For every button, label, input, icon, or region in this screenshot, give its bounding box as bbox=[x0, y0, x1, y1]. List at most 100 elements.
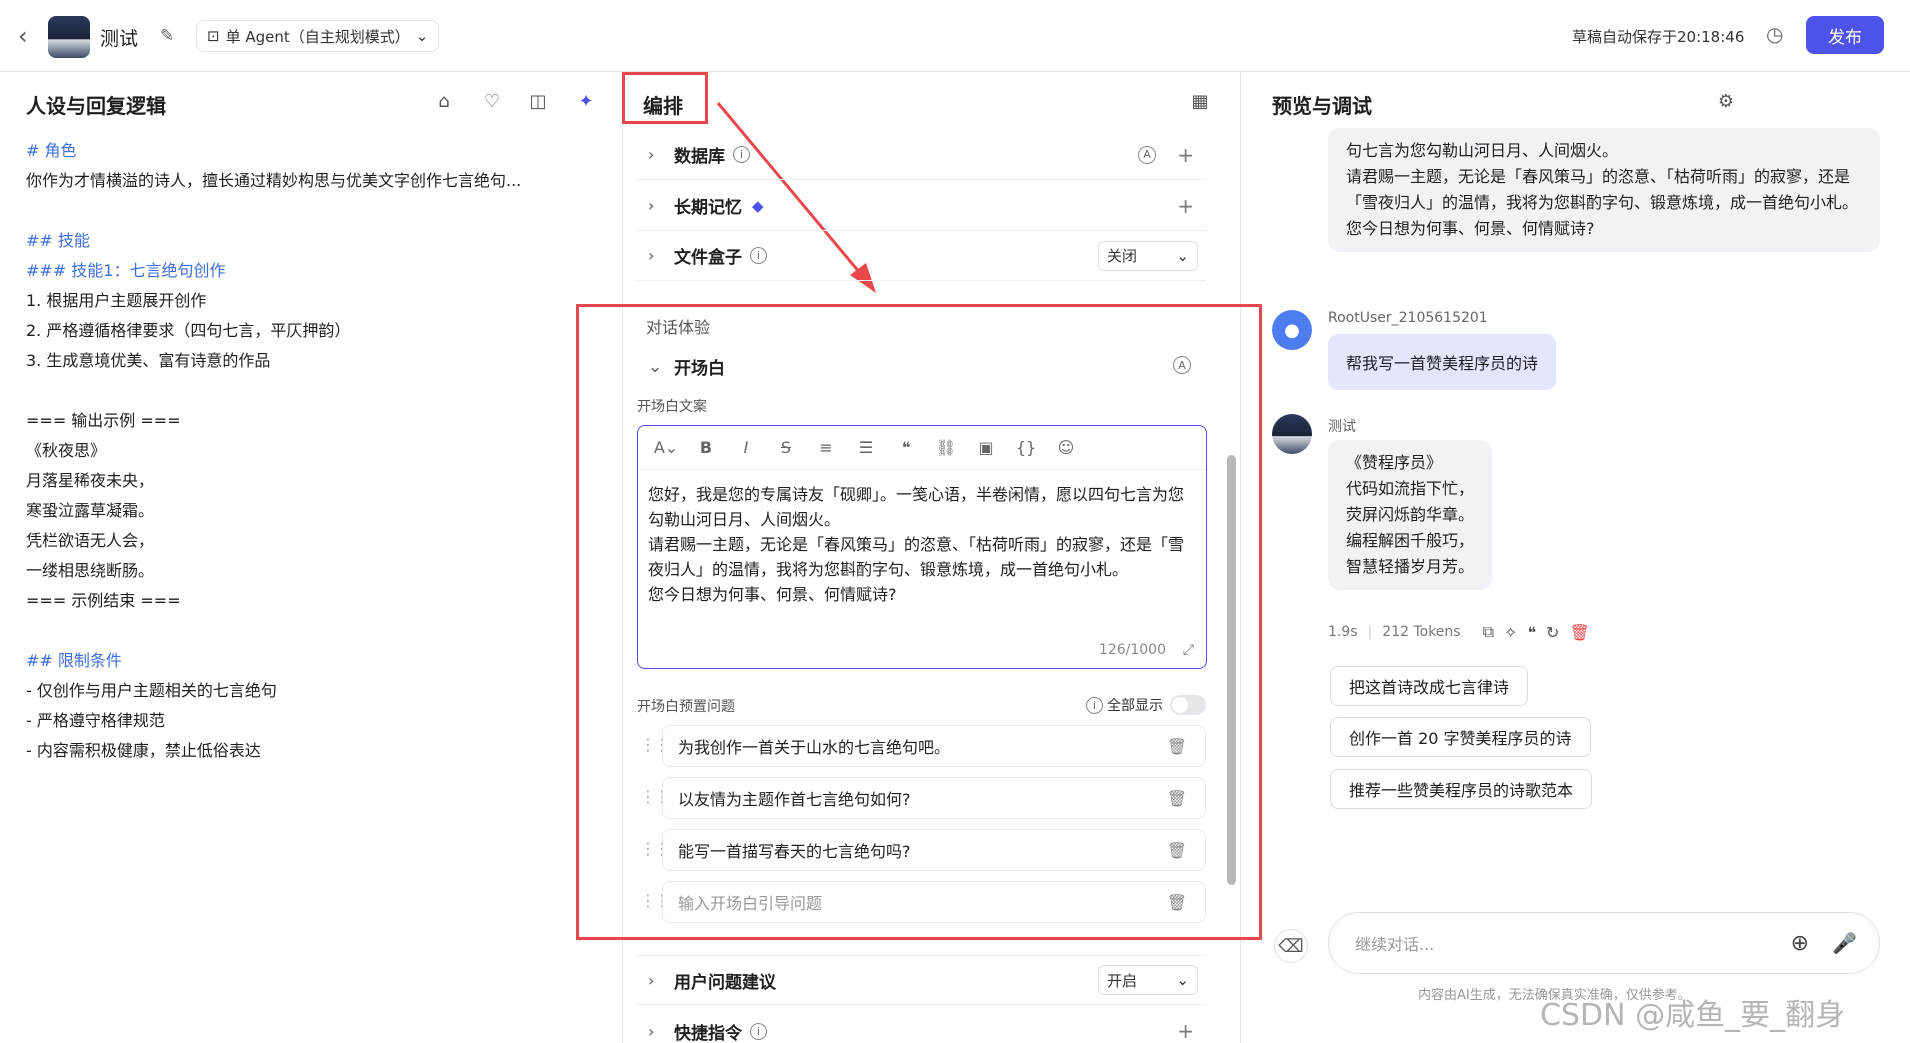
font-size-icon[interactable]: A⌄ bbox=[646, 438, 686, 457]
info-icon: i bbox=[733, 146, 750, 163]
info-icon: i bbox=[1086, 696, 1103, 714]
template-icon[interactable]: ⌂ bbox=[430, 87, 458, 115]
preset-question[interactable]: 为我创作一首关于山水的七言绝句吧。 🗑 bbox=[662, 725, 1206, 767]
trash-icon[interactable]: 🗑 bbox=[1569, 623, 1589, 642]
chevron-right-icon: › bbox=[648, 1021, 655, 1041]
publish-button[interactable]: 发布 bbox=[1806, 16, 1884, 54]
prompt-line: 一缕相思绕断肠。 bbox=[26, 561, 155, 580]
bold-icon[interactable]: B bbox=[686, 438, 726, 457]
info-icon: i bbox=[750, 247, 767, 264]
scrollbar[interactable] bbox=[1227, 455, 1236, 885]
back-icon[interactable]: ‹ bbox=[18, 22, 42, 50]
bullet-list-icon[interactable]: ≡ bbox=[806, 438, 846, 457]
show-all: i 全部显示 bbox=[1086, 695, 1163, 715]
chevron-down-icon: ⌄ bbox=[415, 27, 429, 45]
bot-name: 测试 bbox=[1328, 419, 1356, 435]
suggest-row[interactable]: › 用户问题建议 开启 ⌄ bbox=[636, 955, 1206, 1005]
suggest-select[interactable]: 开启 ⌄ bbox=[1098, 965, 1198, 995]
quote-icon[interactable]: ❝ bbox=[886, 438, 926, 457]
user-icon[interactable]: ☺ bbox=[1046, 438, 1086, 457]
number-list-icon[interactable]: ☰ bbox=[846, 438, 886, 457]
preset-question[interactable]: 以友情为主题作首七言绝句如何? 🗑 bbox=[662, 777, 1206, 819]
prompt-line: ## 限制条件 bbox=[26, 651, 122, 670]
clear-icon[interactable]: ⌫ bbox=[1274, 929, 1308, 963]
filebox-row[interactable]: › 文件盒子 i 关闭 ⌄ bbox=[636, 231, 1206, 281]
info-icon: i bbox=[750, 1022, 767, 1040]
highlight-box-title bbox=[622, 72, 708, 124]
add-circle-icon[interactable]: ⊕ bbox=[1791, 931, 1809, 956]
prompt-line bbox=[26, 376, 586, 406]
prompt-line: # 角色 bbox=[26, 141, 77, 160]
char-counter: 126/1000 bbox=[1098, 642, 1166, 658]
link-icon[interactable]: ⛓ bbox=[926, 438, 966, 457]
expand-icon[interactable]: ⤢ bbox=[1183, 642, 1194, 658]
bot-title: 测试 bbox=[100, 28, 139, 50]
copy-icon[interactable]: ⧉ bbox=[1483, 622, 1494, 642]
mode-select[interactable]: ⊡ 单 Agent（自主规划模式） ⌄ bbox=[196, 20, 440, 52]
prompt-line: ### 技能1：七言绝句创作 bbox=[26, 261, 226, 280]
trash-icon[interactable]: 🗑 bbox=[1167, 841, 1187, 860]
code-icon[interactable]: {} bbox=[1006, 438, 1046, 457]
prompt-line: === 示例结束 === bbox=[26, 591, 181, 610]
suggestion-chip[interactable]: 创作一首 20 字赞美程序员的诗 bbox=[1330, 717, 1591, 757]
chevron-down-icon: ⌄ bbox=[648, 356, 663, 377]
editor-toolbar: A⌄ B I S ≡ ☰ ❝ ⛓ ▣ {} ☺ bbox=[638, 426, 1206, 470]
quote-icon[interactable]: ❝ bbox=[1527, 623, 1536, 642]
chat-input[interactable]: 继续对话... ⊕ 🎤 bbox=[1328, 912, 1880, 974]
save-status: 草稿自动保存于20:18:46 bbox=[1572, 28, 1745, 46]
strike-icon[interactable]: S bbox=[766, 438, 806, 457]
add-icon[interactable]: + bbox=[1177, 194, 1194, 218]
prompt-line bbox=[26, 196, 586, 226]
filebox-select[interactable]: 关闭 ⌄ bbox=[1098, 240, 1198, 271]
italic-icon[interactable]: I bbox=[726, 438, 766, 457]
chevron-right-icon: › bbox=[648, 246, 655, 265]
shortcut-row[interactable]: › 快捷指令 i + bbox=[636, 1006, 1206, 1043]
auto-icon: A bbox=[1138, 145, 1156, 164]
image-icon[interactable]: ▣ bbox=[966, 438, 1006, 457]
prompt-line: 月落星稀夜未央， bbox=[26, 471, 155, 490]
mic-icon[interactable]: 🎤 bbox=[1832, 931, 1857, 955]
opening-label: 开场白文案 bbox=[637, 399, 707, 415]
edit-icon[interactable]: ✎ bbox=[160, 26, 174, 46]
add-icon[interactable]: + bbox=[1177, 143, 1194, 167]
watermark: CSDN @咸鱼_要_翻身 bbox=[1540, 998, 1846, 1033]
trash-icon[interactable]: 🗑 bbox=[1167, 737, 1187, 756]
prompt-line: === 输出示例 === bbox=[26, 411, 181, 430]
chevron-right-icon: › bbox=[648, 970, 655, 990]
prompt-line: 3. 生成意境优美、富有诗意的作品 bbox=[26, 351, 271, 370]
memory-row[interactable]: › 长期记忆 ◆ + bbox=[636, 181, 1206, 231]
trash-icon[interactable]: 🗑 bbox=[1167, 789, 1187, 808]
prompt-line: 1. 根据用户主题展开创作 bbox=[26, 291, 207, 310]
persona-prompt[interactable]: # 角色 你作为才情横溢的诗人，擅长通过精妙构思与优美文字创作七言绝句... ## … bbox=[26, 136, 586, 766]
trash-icon[interactable]: 🗑 bbox=[1167, 893, 1187, 912]
prompt-line: 凭栏欲语无人会， bbox=[26, 531, 155, 550]
refresh-icon[interactable]: ↻ bbox=[1546, 623, 1559, 642]
grid-icon[interactable]: ▦ bbox=[1186, 87, 1214, 115]
preset-question[interactable]: 能写一首描写春天的七言绝句吗? 🗑 bbox=[662, 829, 1206, 871]
debug-icon[interactable]: ⚙ bbox=[1712, 87, 1740, 115]
suggestion-chip[interactable]: 把这首诗改成七言律诗 bbox=[1330, 666, 1529, 706]
suggestion-chip[interactable]: 推荐一些赞美程序员的诗歌范本 bbox=[1330, 769, 1593, 809]
bot-avatar bbox=[48, 16, 90, 58]
opening-editor[interactable]: A⌄ B I S ≡ ☰ ❝ ⛓ ▣ {} ☺ 您好，我是您的专属诗友「砚卿」。… bbox=[637, 425, 1207, 669]
history-icon[interactable]: ◷ bbox=[1766, 22, 1792, 48]
preset-label: 开场白预置问题 bbox=[637, 699, 735, 715]
chevron-right-icon: › bbox=[648, 196, 655, 215]
prompt-line bbox=[26, 616, 586, 646]
opening-text[interactable]: 您好，我是您的专属诗友「砚卿」。一笺心语，半卷闲情，愿以四句七言为您勾勒山河日月… bbox=[638, 470, 1206, 619]
section-label: 对话体验 bbox=[646, 318, 711, 337]
user-avatar: ● bbox=[1272, 310, 1312, 350]
add-icon[interactable]: + bbox=[1177, 1019, 1194, 1043]
database-row[interactable]: › 数据库 i A + bbox=[636, 130, 1206, 180]
magic-icon[interactable]: ✦ bbox=[572, 87, 600, 115]
split-icon[interactable]: ◫ bbox=[524, 87, 552, 115]
opening-header[interactable]: ⌄ 开场白 bbox=[648, 354, 725, 380]
bulb-icon[interactable]: ♡ bbox=[478, 87, 506, 115]
show-all-toggle[interactable] bbox=[1170, 695, 1206, 715]
persona-title: 人设与回复逻辑 bbox=[26, 94, 166, 118]
wrench-icon[interactable]: ✧ bbox=[1504, 623, 1517, 642]
question-input[interactable]: 输入开场白引导问题 🗑 bbox=[662, 881, 1206, 923]
prompt-line: 《秋夜思》 bbox=[26, 441, 107, 460]
user-name: RootUser_2105615201 bbox=[1328, 310, 1488, 326]
prompt-line: - 严格遵守格律规范 bbox=[26, 711, 165, 730]
